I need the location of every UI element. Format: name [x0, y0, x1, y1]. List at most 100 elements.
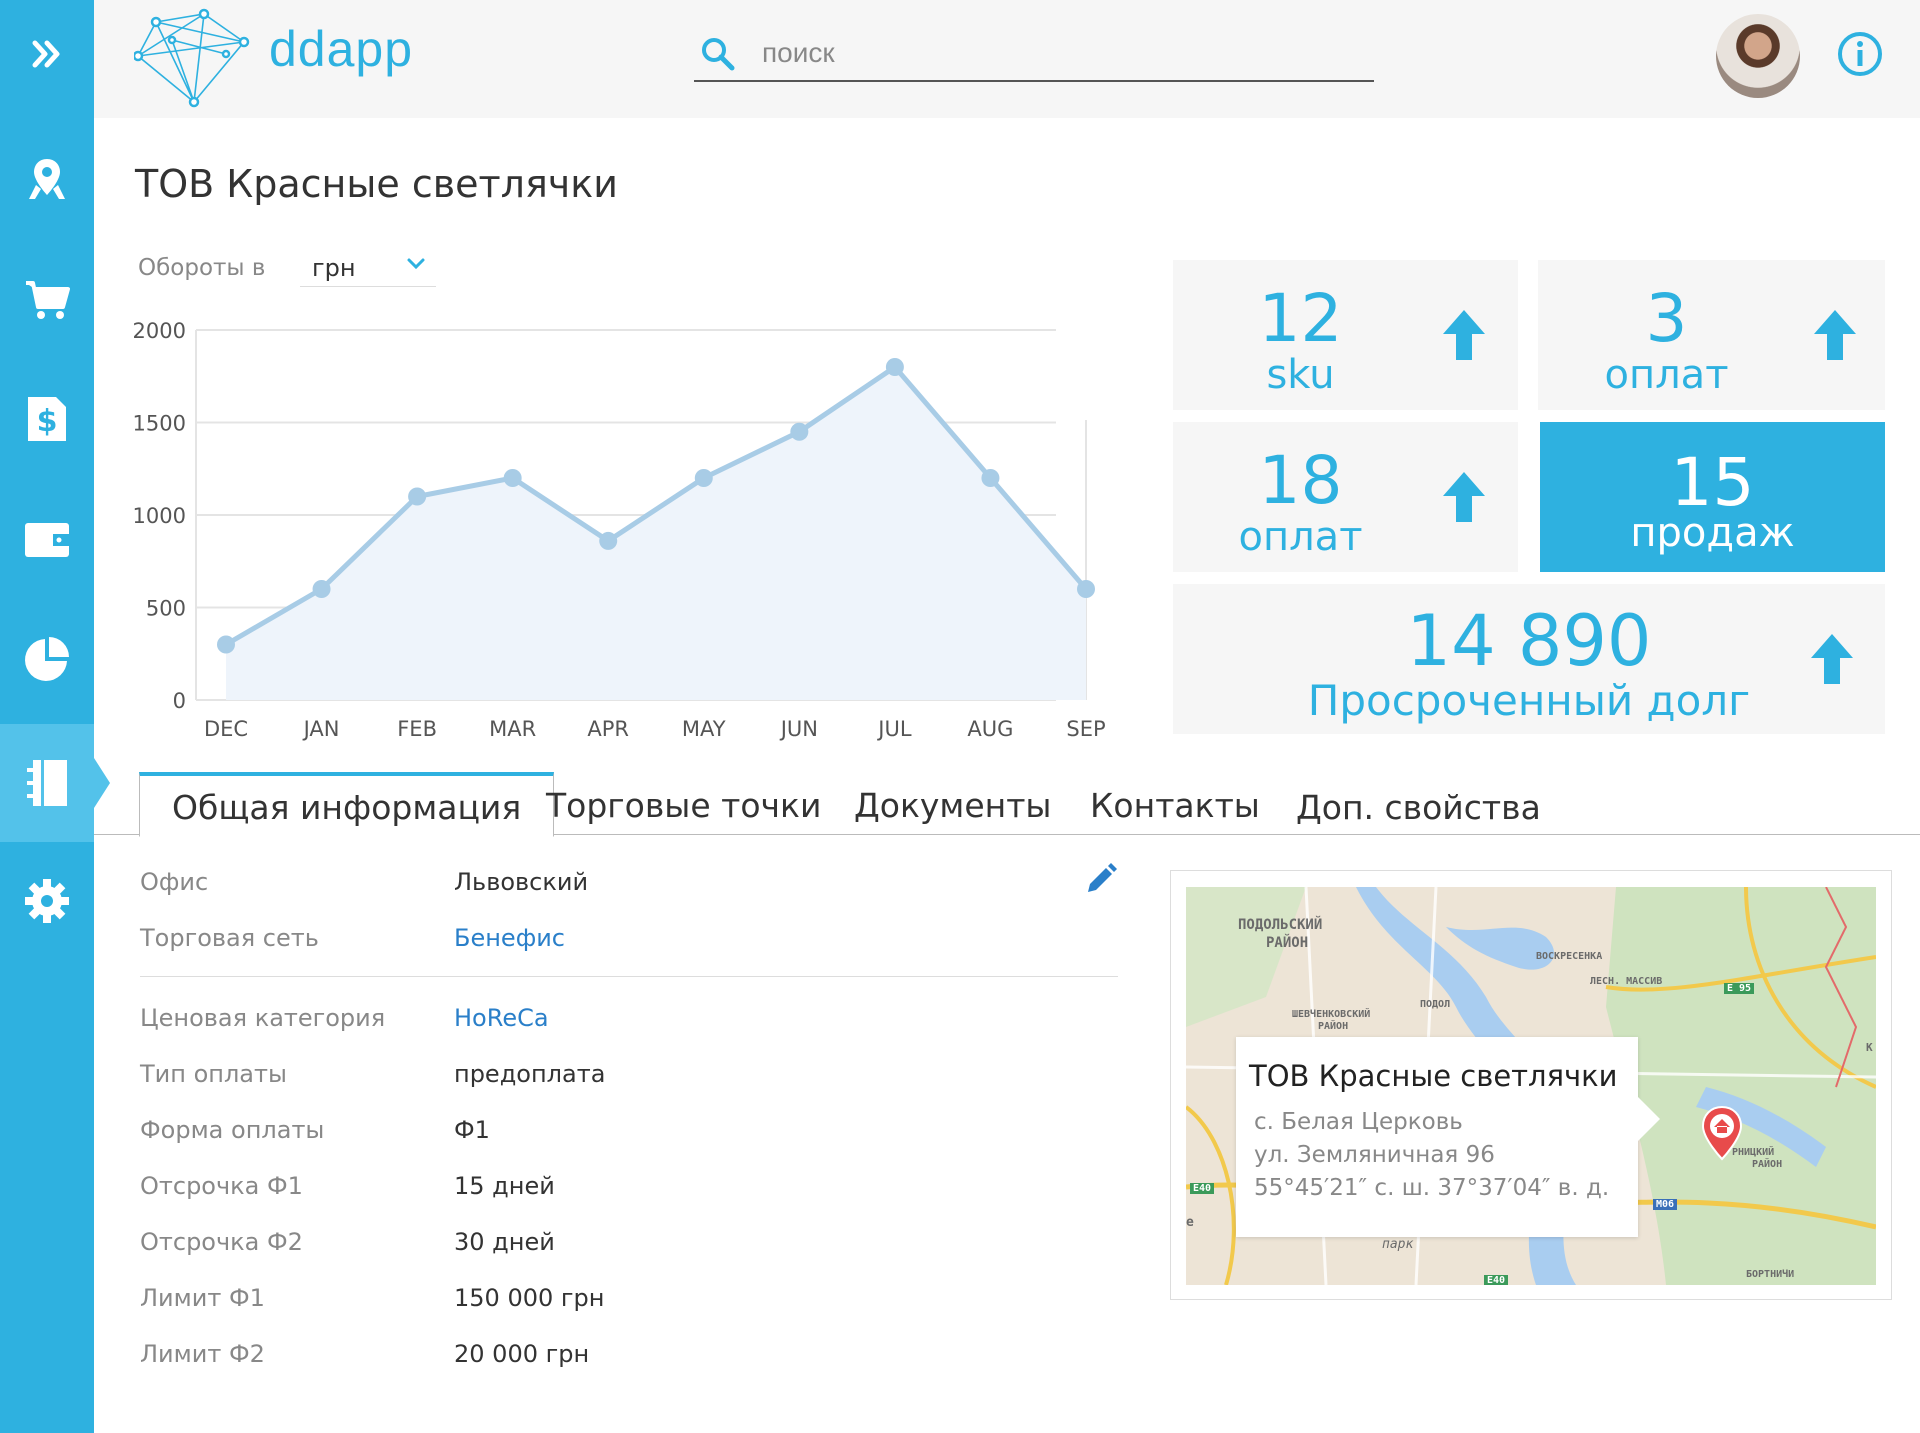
sidebar-item-contragents[interactable] — [0, 724, 110, 842]
map-label: ШЕВЧЕНКОВСКИЙ — [1292, 1009, 1371, 1020]
logo-text: ddapp — [269, 21, 414, 77]
tab-contacts[interactable]: Контакты — [1090, 772, 1260, 834]
arrow-up-icon — [1814, 310, 1856, 360]
sidebar-item-payments[interactable]: $ — [0, 360, 94, 478]
sidebar-item-map[interactable] — [0, 120, 94, 238]
search-bar — [694, 28, 1374, 82]
detail-key: Отсрочка Ф2 — [140, 1228, 303, 1256]
kpi-sku-label: sku — [1266, 352, 1335, 398]
tab-documents[interactable]: Документы — [854, 772, 1051, 834]
chart-xtick-label: SEP — [1066, 717, 1105, 741]
detail-value: Львовский — [454, 868, 589, 896]
chart-area — [226, 367, 1086, 700]
detail-key: Ценовая категория — [140, 1004, 386, 1032]
kpi-sales-label: продаж — [1630, 510, 1795, 556]
chart-data-point — [312, 580, 331, 598]
chart-ytick-label: 2000 — [133, 319, 186, 343]
info-icon[interactable] — [1836, 30, 1884, 78]
sidebar-item-orders[interactable] — [0, 240, 94, 358]
detail-value: Ф1 — [454, 1116, 490, 1144]
chart-data-point — [981, 469, 1000, 487]
currency-select[interactable]: грн — [300, 248, 436, 287]
detail-key: Отсрочка Ф1 — [140, 1172, 303, 1200]
map-marker-icon[interactable] — [1701, 1105, 1743, 1161]
map-label: К — [1866, 1041, 1873, 1054]
map-road-label: E40 — [1190, 1183, 1215, 1194]
kpi-debt-label: Просроченный долг — [1307, 676, 1751, 725]
arrow-up-icon — [1443, 310, 1485, 360]
chart-xtick-label: FEB — [397, 717, 437, 741]
chart-data-point — [503, 469, 522, 487]
price-category-link[interactable]: HoReCa — [454, 1004, 549, 1032]
kpi-sales[interactable]: 15 продаж — [1540, 422, 1885, 572]
kpi-payments-b[interactable]: 18 оплат — [1173, 422, 1518, 572]
chart-xtick-label: DEC — [204, 717, 248, 741]
map-road-label: M06 — [1653, 1199, 1678, 1210]
expand-icon — [32, 40, 60, 68]
map-label: ПОДОЛ — [1420, 999, 1451, 1010]
sidebar: $ — [0, 0, 110, 1433]
chart-xtick-label: AUG — [967, 717, 1013, 741]
tab-extra-properties[interactable]: Доп. свойства — [1296, 774, 1541, 836]
app-logo[interactable]: ddapp — [134, 6, 412, 110]
map-label: ПОДОЛЬСКИЙ — [1238, 917, 1323, 933]
chart-data-point — [790, 422, 809, 441]
map-panel: ПОДОЛЬСКИЙ РАЙОН ВОСКРЕСЕНКА ЛЕСН. МАССИ… — [1170, 870, 1892, 1300]
map-pin-icon — [29, 159, 65, 199]
map-road-label: E40 — [1484, 1275, 1509, 1285]
sidebar-item-wallet[interactable] — [0, 480, 94, 598]
chart-ytick-label: 1000 — [133, 504, 186, 528]
chart-xtick-label: MAR — [489, 717, 536, 741]
svg-text:$: $ — [37, 404, 58, 439]
search-input[interactable] — [760, 32, 1344, 74]
map-label: РАЙОН — [1318, 1021, 1349, 1032]
chart-data-point — [694, 469, 713, 487]
detail-value: 150 000 грн — [454, 1284, 605, 1312]
chart-data-point — [1077, 580, 1095, 598]
detail-key: Лимит Ф2 — [140, 1340, 265, 1368]
chevron-down-icon — [407, 258, 425, 270]
sidebar-item-settings[interactable] — [0, 842, 94, 960]
tab-outlets[interactable]: Торговые точки — [546, 772, 821, 834]
detail-key: Лимит Ф1 — [140, 1284, 265, 1312]
user-avatar[interactable] — [1716, 14, 1800, 98]
chart-ytick-label: 0 — [173, 689, 186, 713]
kpi-payments-a-label: оплат — [1604, 352, 1729, 398]
tab-general-info[interactable]: Общая информация — [139, 772, 555, 837]
kpi-payments-b-value: 18 — [1258, 442, 1343, 519]
detail-key: Форма оплаты — [140, 1116, 325, 1144]
chart-xtick-label: JUN — [779, 717, 818, 741]
retail-chain-link[interactable]: Бенефис — [454, 924, 565, 952]
kpi-payments-a[interactable]: 3 оплат — [1538, 260, 1885, 410]
sidebar-item-reports[interactable] — [0, 600, 94, 718]
detail-value: предоплата — [454, 1060, 606, 1088]
divider — [140, 976, 1118, 977]
pie-chart-icon — [25, 637, 69, 681]
chart-xtick-label: JAN — [302, 717, 340, 741]
detail-key: Офис — [140, 868, 209, 896]
arrow-up-icon — [1811, 634, 1853, 684]
kpi-sku-value: 12 — [1258, 280, 1343, 357]
wallet-icon — [25, 523, 69, 557]
kpi-sku[interactable]: 12 sku — [1173, 260, 1518, 410]
map-view[interactable]: ПОДОЛЬСКИЙ РАЙОН ВОСКРЕСЕНКА ЛЕСН. МАССИ… — [1186, 887, 1876, 1285]
map-info-popup: ТОВ Красные светлячки с. Белая Церковь у… — [1236, 1037, 1660, 1237]
chart-data-point — [599, 531, 618, 550]
map-label: РАЙОН — [1752, 1159, 1783, 1170]
kpi-payments-a-value: 3 — [1645, 280, 1688, 357]
detail-key: Торговая сеть — [140, 924, 319, 952]
cart-icon — [26, 281, 70, 319]
detail-value: 30 дней — [454, 1228, 555, 1256]
kpi-overdue-debt[interactable]: 14 890 Просроченный долг — [1173, 584, 1885, 734]
arrow-up-icon — [1443, 472, 1485, 522]
popup-city: с. Белая Церковь — [1254, 1109, 1463, 1135]
detail-value: 20 000 грн — [454, 1340, 590, 1368]
edit-pencil-icon[interactable] — [1084, 862, 1118, 896]
popup-title: ТОВ Красные светлячки — [1249, 1059, 1618, 1093]
sidebar-expand-button[interactable] — [0, 0, 94, 108]
kpi-payments-b-label: оплат — [1238, 514, 1363, 560]
chart-xtick-label: JUL — [876, 717, 912, 741]
map-label: БОРТНИЧИ — [1746, 1269, 1795, 1280]
gear-icon — [25, 879, 69, 923]
map-label: е — [1186, 1215, 1194, 1230]
